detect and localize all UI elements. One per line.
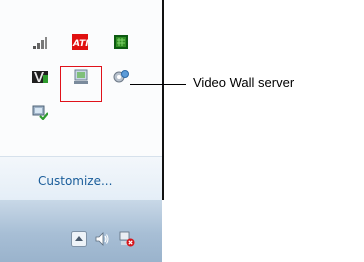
network-check-icon[interactable]	[32, 104, 49, 121]
ati-catalyst-icon[interactable]: ATI	[72, 34, 89, 50]
video-wall-server-highlight	[60, 66, 102, 102]
svg-text:ATI: ATI	[72, 39, 88, 49]
v-app-icon[interactable]	[32, 69, 48, 85]
gear-settings-icon[interactable]	[113, 69, 129, 85]
customize-link[interactable]: Customize...	[38, 174, 112, 188]
show-hidden-icons-arrow[interactable]	[71, 231, 87, 247]
volume-icon[interactable]	[94, 231, 110, 247]
network-error-icon[interactable]	[119, 231, 135, 247]
callout-label: Video Wall server	[193, 75, 295, 90]
network-signal-icon[interactable]	[32, 34, 48, 50]
green-chip-icon[interactable]	[113, 34, 129, 50]
callout-line	[130, 84, 186, 85]
taskbar	[0, 200, 162, 262]
